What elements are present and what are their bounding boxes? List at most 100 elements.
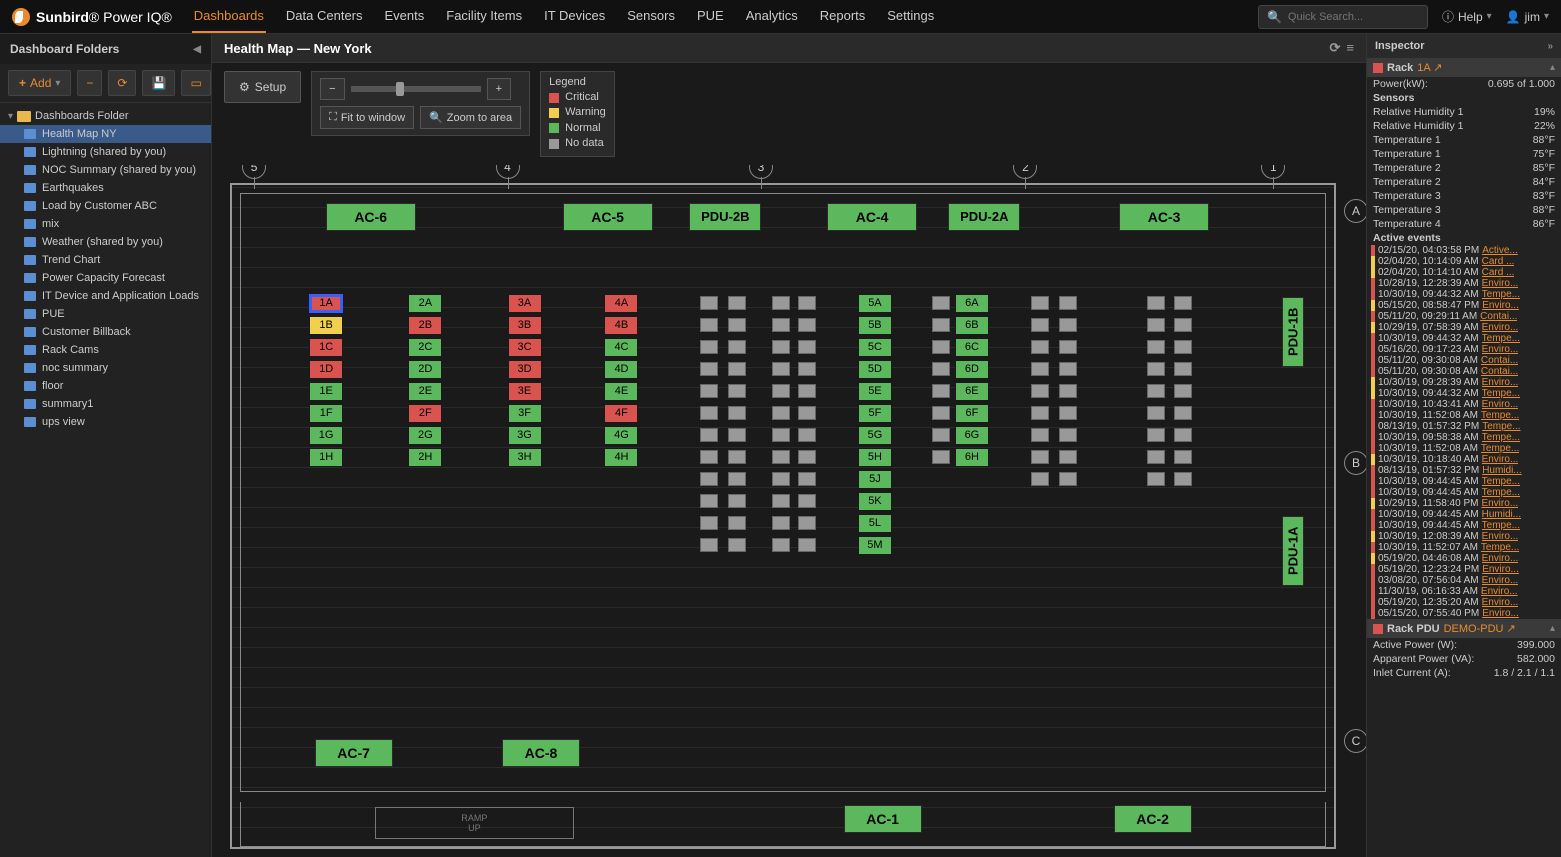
rack-2G[interactable]: 2G xyxy=(408,426,442,445)
event-row[interactable]: 11/30/19, 06:16:33 AM Enviro... xyxy=(1367,586,1561,597)
refresh-button[interactable]: ⟳ xyxy=(108,70,136,96)
rack-2F[interactable]: 2F xyxy=(408,404,442,423)
tree-item[interactable]: ups view xyxy=(0,413,211,431)
empty-rack[interactable] xyxy=(772,318,790,332)
event-row[interactable]: 02/04/20, 10:14:09 AM Card ... xyxy=(1367,256,1561,267)
empty-rack[interactable] xyxy=(728,428,746,442)
quick-search[interactable]: 🔍 xyxy=(1258,5,1428,29)
rack-1B[interactable]: 1B xyxy=(309,316,343,335)
menu-icon[interactable]: ≡ xyxy=(1346,40,1354,56)
tree-item[interactable]: NOC Summary (shared by you) xyxy=(0,161,211,179)
empty-rack[interactable] xyxy=(700,450,718,464)
tree-item[interactable]: summary1 xyxy=(0,395,211,413)
empty-rack[interactable] xyxy=(728,318,746,332)
empty-rack[interactable] xyxy=(1031,384,1049,398)
tree-item[interactable]: Lightning (shared by you) xyxy=(0,143,211,161)
rack-6D[interactable]: 6D xyxy=(955,360,989,379)
event-row[interactable]: 05/15/20, 07:55:40 PM Enviro... xyxy=(1367,608,1561,619)
add-button[interactable]: +Add▾ xyxy=(8,70,71,96)
ac-unit[interactable]: AC-1 xyxy=(844,805,922,833)
expand-inspector-icon[interactable]: » xyxy=(1547,41,1553,52)
empty-rack[interactable] xyxy=(798,340,816,354)
event-row[interactable]: 05/11/20, 09:29:11 AM Contai... xyxy=(1367,311,1561,322)
empty-rack[interactable] xyxy=(772,384,790,398)
empty-rack[interactable] xyxy=(1059,340,1077,354)
floor-map[interactable]: 54321ABCAC-6AC-5AC-4AC-3PDU-2BPDU-2AAC-7… xyxy=(230,183,1336,849)
empty-rack[interactable] xyxy=(1174,406,1192,420)
empty-rack[interactable] xyxy=(700,340,718,354)
tree-root[interactable]: ▾Dashboards Folder xyxy=(0,107,211,125)
rack-4E[interactable]: 4E xyxy=(604,382,638,401)
empty-rack[interactable] xyxy=(932,340,950,354)
event-row[interactable]: 05/11/20, 09:30:08 AM Contai... xyxy=(1367,366,1561,377)
empty-rack[interactable] xyxy=(728,494,746,508)
rack-6H[interactable]: 6H xyxy=(955,448,989,467)
rack-5K[interactable]: 5K xyxy=(858,492,892,511)
empty-rack[interactable] xyxy=(772,472,790,486)
tree-item[interactable]: Load by Customer ABC xyxy=(0,197,211,215)
empty-rack[interactable] xyxy=(700,428,718,442)
empty-rack[interactable] xyxy=(728,516,746,530)
nav-settings[interactable]: Settings xyxy=(885,0,936,33)
rack-3H[interactable]: 3H xyxy=(508,448,542,467)
empty-rack[interactable] xyxy=(798,538,816,552)
empty-rack[interactable] xyxy=(1031,318,1049,332)
event-row[interactable]: 10/28/19, 12:28:39 AM Enviro... xyxy=(1367,278,1561,289)
tree-item[interactable]: Customer Billback xyxy=(0,323,211,341)
rack-4G[interactable]: 4G xyxy=(604,426,638,445)
empty-rack[interactable] xyxy=(1031,472,1049,486)
rack-2A[interactable]: 2A xyxy=(408,294,442,313)
empty-rack[interactable] xyxy=(700,494,718,508)
zoom-out-button[interactable]: − xyxy=(320,78,344,100)
rack-4D[interactable]: 4D xyxy=(604,360,638,379)
ac-unit[interactable]: AC-4 xyxy=(827,203,917,231)
rack-6A[interactable]: 6A xyxy=(955,294,989,313)
save-button[interactable]: 💾 xyxy=(142,70,175,96)
rack-5C[interactable]: 5C xyxy=(858,338,892,357)
rack-3F[interactable]: 3F xyxy=(508,404,542,423)
ac-unit[interactable]: AC-8 xyxy=(502,739,580,767)
rack-5L[interactable]: 5L xyxy=(858,514,892,533)
empty-rack[interactable] xyxy=(728,340,746,354)
nav-it-devices[interactable]: IT Devices xyxy=(542,0,607,33)
event-row[interactable]: 10/29/19, 07:58:39 AM Enviro... xyxy=(1367,322,1561,333)
event-row[interactable]: 10/30/19, 11:52:08 AM Tempe... xyxy=(1367,410,1561,421)
empty-rack[interactable] xyxy=(1031,450,1049,464)
event-row[interactable]: 10/30/19, 09:44:32 AM Tempe... xyxy=(1367,289,1561,300)
nav-pue[interactable]: PUE xyxy=(695,0,726,33)
empty-rack[interactable] xyxy=(932,384,950,398)
rack-3E[interactable]: 3E xyxy=(508,382,542,401)
event-row[interactable]: 08/13/19, 01:57:32 PM Humidi... xyxy=(1367,465,1561,476)
empty-rack[interactable] xyxy=(700,472,718,486)
event-row[interactable]: 10/30/19, 09:44:32 AM Tempe... xyxy=(1367,388,1561,399)
event-row[interactable]: 10/30/19, 09:44:45 AM Tempe... xyxy=(1367,487,1561,498)
empty-rack[interactable] xyxy=(1059,318,1077,332)
pdu-unit[interactable]: PDU-2B xyxy=(689,203,761,231)
event-row[interactable]: 10/30/19, 11:52:08 AM Tempe... xyxy=(1367,443,1561,454)
event-row[interactable]: 02/04/20, 10:14:10 AM Card ... xyxy=(1367,267,1561,278)
event-row[interactable]: 10/29/19, 11:58:40 PM Enviro... xyxy=(1367,498,1561,509)
search-input[interactable] xyxy=(1288,11,1419,23)
tree-item[interactable]: Health Map NY xyxy=(0,125,211,143)
empty-rack[interactable] xyxy=(700,318,718,332)
empty-rack[interactable] xyxy=(1059,362,1077,376)
empty-rack[interactable] xyxy=(1031,406,1049,420)
rack-1E[interactable]: 1E xyxy=(309,382,343,401)
rack-1F[interactable]: 1F xyxy=(309,404,343,423)
event-row[interactable]: 05/19/20, 04:46:08 AM Enviro... xyxy=(1367,553,1561,564)
event-row[interactable]: 10/30/19, 09:44:45 AM Humidi... xyxy=(1367,509,1561,520)
tree-item[interactable]: Rack Cams xyxy=(0,341,211,359)
setup-button[interactable]: ⚙Setup xyxy=(224,71,301,103)
collapse-sidebar-icon[interactable]: ◀ xyxy=(193,44,201,55)
rack-1G[interactable]: 1G xyxy=(309,426,343,445)
empty-rack[interactable] xyxy=(1174,472,1192,486)
empty-rack[interactable] xyxy=(700,384,718,398)
event-row[interactable]: 05/19/20, 12:35:20 AM Enviro... xyxy=(1367,597,1561,608)
help-menu[interactable]: ⓘHelp▾ xyxy=(1442,8,1492,25)
empty-rack[interactable] xyxy=(728,406,746,420)
rack-5H[interactable]: 5H xyxy=(858,448,892,467)
rack-4F[interactable]: 4F xyxy=(604,404,638,423)
event-row[interactable]: 05/16/20, 09:17:23 AM Enviro... xyxy=(1367,344,1561,355)
empty-rack[interactable] xyxy=(1147,362,1165,376)
rack-2B[interactable]: 2B xyxy=(408,316,442,335)
